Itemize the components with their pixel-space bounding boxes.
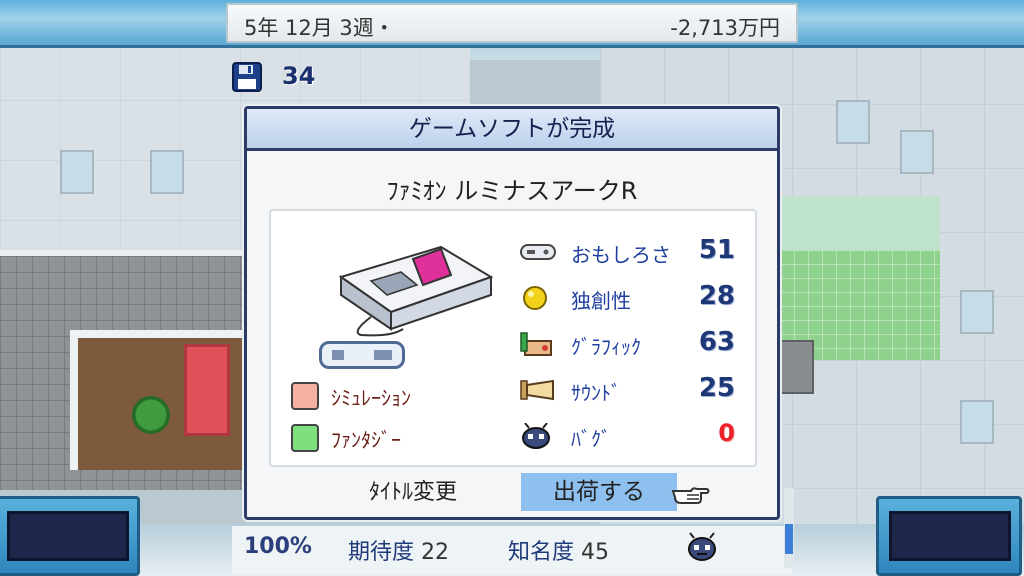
building-window [150,150,184,194]
office-desk [780,340,814,394]
development-progress: 100% [244,534,312,559]
controller-pad-icon [319,341,405,369]
floppy-disk-icon [232,62,262,92]
left-menu-screen [7,511,129,561]
left-menu-panel[interactable] [0,496,140,576]
horn-icon [520,379,554,401]
fame-value: 45 [581,540,610,565]
scrollbar-thumb[interactable] [785,524,793,554]
fame-stat: 知名度 45 [508,534,609,566]
room-floor [70,330,260,470]
expectation-stat: 期待度 22 [348,534,449,566]
building-window [900,130,934,174]
stat-label: おもしろさ [571,243,671,267]
stat-originality: 独創性 28 [519,281,749,317]
building-window [60,150,94,194]
stat-value: 51 [698,235,735,265]
genre-label: ｼﾐｭﾚｰｼｮﾝ [331,385,411,410]
stat-sound: ｻｳﾝﾄﾞ 25 [519,373,749,409]
console-icon [338,245,494,337]
stat-fun: おもしろさ 51 [519,235,749,271]
game-date: 5年 12月 3週・ [244,16,395,40]
face-icon [291,382,319,410]
genre-label: ﾌｧﾝﾀｼﾞｰ [331,427,401,452]
expectation-label: 期待度 [348,540,415,565]
genre-simulation: ｼﾐｭﾚｰｼｮﾝ [291,379,411,413]
rename-title-button[interactable]: ﾀｲﾄﾙ変更 [359,475,467,511]
pointing-hand-icon [671,487,710,504]
software-complete-dialog: ゲームソフトが完成 ﾌｧﾐｵﾝ ルミナスアークR ｼﾐｭﾚｰｼｮﾝ ﾌｧﾝﾀｼﾞ… [244,106,780,520]
stat-value: 28 [698,281,735,311]
paint-icon [520,332,552,356]
bug-icon [688,532,716,561]
red-door[interactable] [184,344,230,436]
potted-plant [132,396,170,434]
stat-value: 63 [698,327,735,357]
game-details-panel: ｼﾐｭﾚｰｼｮﾝ ﾌｧﾝﾀｼﾞｰ おもしろさ 51 独創性 28 ｸﾞﾗﾌｨｯｸ… [269,209,757,467]
dialog-title: ゲームソフトが完成 [247,109,777,151]
stat-value: 25 [698,373,735,403]
fame-label: 知名度 [508,540,575,565]
stat-bugs: ﾊﾞｸﾞ 0 [519,419,749,455]
software-count: 34 [282,62,316,90]
green-room-wall [780,196,940,256]
building-window [836,100,870,144]
building-window [960,400,994,444]
bug-icon [522,423,550,449]
funds: -2,713万円 [670,16,780,40]
right-menu-screen [889,511,1011,561]
game-title: ﾌｧﾐｵﾝ ルミナスアークR [386,177,638,205]
stat-label: ﾊﾞｸﾞ [571,427,611,451]
stat-graphics: ｸﾞﾗﾌｨｯｸ 63 [519,327,749,363]
controller-icon [520,244,556,260]
stat-label: 独創性 [571,289,631,313]
expectation-value: 22 [421,540,450,565]
building-window [960,290,994,334]
ship-button[interactable]: 出荷する [521,473,677,511]
genre-fantasy: ﾌｧﾝﾀｼﾞｰ [291,421,401,455]
date-money-panel: 5年 12月 3週・ -2,713万円 [226,3,798,43]
right-menu-panel[interactable] [876,496,1022,576]
stat-label: ｻｳﾝﾄﾞ [571,381,621,405]
gold-orb-icon [523,286,547,310]
stat-label: ｸﾞﾗﾌｨｯｸ [571,335,641,359]
cube-icon [291,424,319,452]
stat-value: 0 [718,419,735,447]
